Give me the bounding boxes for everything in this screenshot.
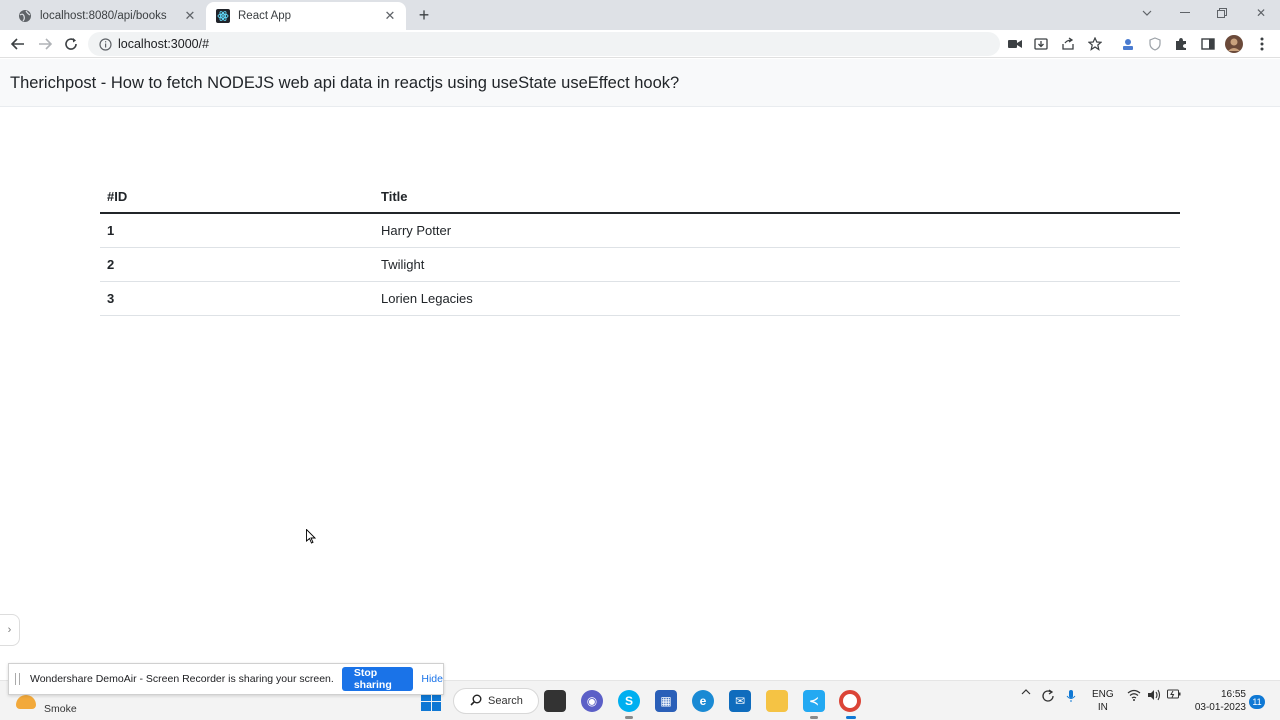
tab-search-chevron-icon[interactable] (1136, 4, 1158, 22)
hide-button[interactable]: Hide (421, 673, 443, 685)
language-indicator[interactable]: ENG IN (1092, 688, 1114, 714)
restore-icon[interactable] (1211, 4, 1233, 22)
file-explorer-icon[interactable] (766, 690, 788, 712)
taskbar-search-button[interactable]: Search (453, 688, 539, 714)
task-view-icon[interactable] (544, 690, 566, 712)
cell-title: Lorien Legacies (374, 281, 1180, 316)
clock-time: 16:55 (1220, 689, 1246, 700)
screen-share-banner: Wondershare DemoAir - Screen Recorder is… (8, 663, 444, 695)
install-app-icon[interactable] (1032, 35, 1050, 53)
notification-badge[interactable]: 11 (1249, 695, 1265, 709)
clock-date: 03-01-2023 (1194, 702, 1246, 713)
back-arrow-icon[interactable] (7, 33, 29, 55)
teams-chat-icon[interactable]: ◉ (581, 690, 603, 712)
close-icon[interactable]: ✕ (182, 8, 198, 24)
globe-icon (18, 9, 32, 23)
search-label: Search (488, 695, 523, 707)
skype-icon[interactable]: S (618, 690, 640, 719)
volume-icon[interactable] (1146, 689, 1162, 701)
profile-avatar[interactable] (1225, 35, 1243, 53)
menu-kebab-icon[interactable] (1253, 35, 1271, 53)
puzzle-extensions-icon[interactable] (1172, 35, 1190, 53)
close-icon[interactable]: ✕ (382, 8, 398, 24)
side-panel-icon[interactable] (1199, 35, 1217, 53)
weather-haze-icon (16, 695, 36, 709)
column-header-title: Title (374, 180, 1180, 214)
page-title: Therichpost - How to fetch NODEJS web ap… (10, 74, 680, 92)
react-icon (216, 9, 230, 23)
column-header-id: #ID (100, 180, 374, 214)
bookmark-star-icon[interactable] (1086, 35, 1104, 53)
tab-api-books[interactable]: localhost:8080/api/books ✕ (8, 2, 206, 30)
region-code: IN (1097, 702, 1108, 713)
tab-react-app[interactable]: React App ✕ (206, 2, 406, 30)
reload-icon[interactable] (60, 33, 82, 55)
books-table-container: #ID Title 1 Harry Potter 2 Twilight 3 Lo… (100, 180, 1180, 316)
extension-account-icon[interactable] (1119, 35, 1137, 53)
tab-title: React App (238, 10, 292, 22)
wifi-icon[interactable] (1126, 689, 1142, 701)
url-text: localhost:3000/# (118, 37, 210, 51)
weather-text: Smoke (44, 703, 77, 715)
table-row: 3 Lorien Legacies (100, 281, 1180, 316)
show-hidden-icons-chevron-icon[interactable] (1019, 689, 1033, 695)
sync-icon[interactable] (1039, 689, 1057, 703)
stop-sharing-button[interactable]: Stop sharing (341, 667, 414, 691)
microphone-icon[interactable] (1063, 689, 1079, 703)
cell-title: Twilight (374, 247, 1180, 282)
forward-arrow-icon[interactable] (34, 33, 56, 55)
battery-charging-icon[interactable] (1166, 689, 1182, 699)
browser-toolbar: localhost:3000/# (0, 30, 1280, 58)
search-icon (470, 694, 482, 709)
info-icon[interactable] (98, 37, 112, 51)
cell-title: Harry Potter (374, 213, 1180, 248)
chrome-icon[interactable] (839, 690, 861, 719)
minimize-icon[interactable] (1174, 4, 1196, 22)
table-row: 1 Harry Potter (100, 213, 1180, 248)
table-row: 2 Twilight (100, 247, 1180, 282)
page-navbar: Therichpost - How to fetch NODEJS web ap… (0, 59, 1280, 107)
camera-icon[interactable] (1006, 35, 1024, 53)
address-bar[interactable]: localhost:3000/# (88, 32, 1000, 56)
cell-id: 3 (100, 281, 374, 316)
vscode-icon[interactable]: ≺ (803, 690, 825, 719)
share-icon[interactable] (1059, 35, 1077, 53)
mouse-cursor-icon (306, 528, 317, 549)
share-message: Wondershare DemoAir - Screen Recorder is… (29, 673, 334, 685)
system-clock[interactable]: 16:55 03-01-2023 (1192, 688, 1246, 714)
tab-title: localhost:8080/api/books (40, 10, 167, 22)
new-tab-plus-icon[interactable]: + (414, 5, 434, 25)
language-code: ENG (1092, 689, 1114, 700)
window-close-icon[interactable]: ✕ (1250, 4, 1272, 22)
edge-browser-icon[interactable]: e (692, 690, 714, 712)
table-header-row: #ID Title (100, 180, 1180, 214)
cell-id: 2 (100, 247, 374, 282)
cell-id: 1 (100, 213, 374, 248)
mail-icon[interactable]: ✉ (729, 690, 751, 712)
books-table: #ID Title 1 Harry Potter 2 Twilight 3 Lo… (100, 180, 1180, 316)
shield-icon[interactable] (1146, 35, 1164, 53)
expand-panel-chevron-icon[interactable]: › (0, 614, 20, 646)
tab-strip: localhost:8080/api/books ✕ React App ✕ +… (0, 0, 1280, 30)
store-icon[interactable]: ▦ (655, 690, 677, 712)
drag-handle-icon[interactable] (15, 673, 20, 685)
